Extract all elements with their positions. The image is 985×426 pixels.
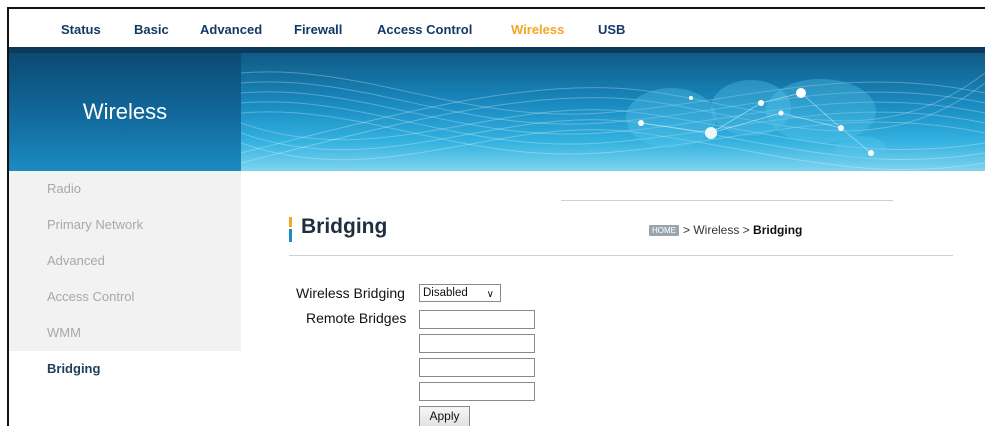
- nav-advanced[interactable]: Advanced: [200, 22, 262, 37]
- sidebar: Radio Primary Network Advanced Access Co…: [9, 171, 241, 426]
- top-navigation: Status Basic Advanced Firewall Access Co…: [9, 9, 985, 49]
- remote-bridge-field-3[interactable]: [419, 358, 535, 377]
- nav-firewall[interactable]: Firewall: [294, 22, 342, 37]
- nav-basic[interactable]: Basic: [134, 22, 169, 37]
- wireless-bridging-value: Disabled: [423, 287, 468, 299]
- remote-bridge-field-1[interactable]: [419, 310, 535, 329]
- nav-wireless[interactable]: Wireless: [511, 22, 564, 37]
- nav-status[interactable]: Status: [61, 22, 101, 37]
- wireless-bridging-select[interactable]: Disabled ∨: [419, 284, 501, 302]
- wireless-bridging-label: Wireless Bridging: [296, 285, 405, 301]
- title-accent-bar: [289, 217, 292, 242]
- apply-button[interactable]: Apply: [419, 406, 470, 426]
- sidebar-item-radio[interactable]: Radio: [9, 171, 241, 207]
- banner: Wireless: [9, 53, 985, 171]
- sidebar-item-bridging[interactable]: Bridging: [9, 351, 241, 387]
- remote-bridges-label: Remote Bridges: [306, 310, 407, 326]
- main-content: Bridging HOME > Wireless > Bridging Wirel…: [241, 171, 985, 426]
- breadcrumb-path: > Wireless >: [683, 223, 750, 237]
- home-icon[interactable]: HOME: [649, 225, 679, 237]
- sidebar-item-access-control[interactable]: Access Control: [9, 279, 241, 315]
- sidebar-item-primary-network[interactable]: Primary Network: [9, 207, 241, 243]
- page-title: Bridging: [301, 215, 388, 238]
- sidebar-item-advanced[interactable]: Advanced: [9, 243, 241, 279]
- breadcrumb-current: Bridging: [753, 223, 803, 237]
- chevron-down-icon: ∨: [486, 289, 494, 300]
- banner-title-panel: Wireless: [9, 53, 241, 171]
- divider: [289, 255, 953, 256]
- sidebar-item-wmm[interactable]: WMM: [9, 315, 241, 351]
- router-admin-frame: Status Basic Advanced Firewall Access Co…: [7, 7, 985, 426]
- world-network-banner-image: [241, 71, 985, 171]
- divider: [561, 200, 893, 201]
- nav-usb[interactable]: USB: [598, 22, 625, 37]
- remote-bridge-field-2[interactable]: [419, 334, 535, 353]
- banner-title: Wireless: [82, 99, 168, 124]
- remote-bridge-field-4[interactable]: [419, 382, 535, 401]
- breadcrumb: HOME > Wireless > Bridging: [649, 223, 802, 237]
- nav-access-control[interactable]: Access Control: [377, 22, 472, 37]
